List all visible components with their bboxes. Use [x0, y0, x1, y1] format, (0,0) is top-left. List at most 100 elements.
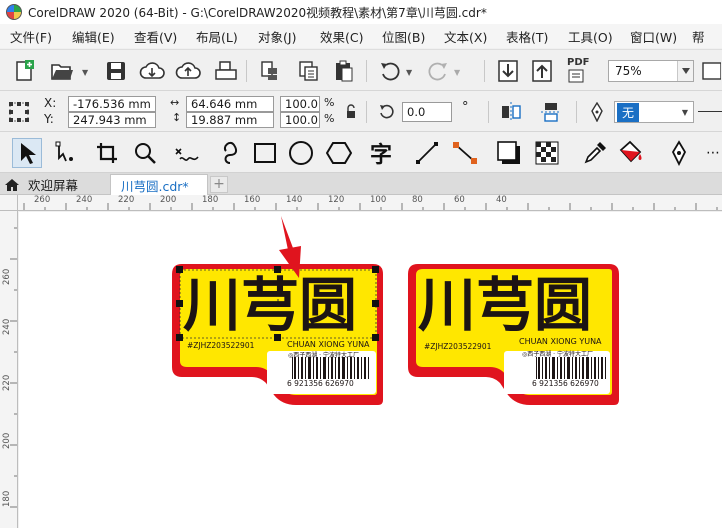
cut-icon — [261, 61, 277, 80]
scale-width-field[interactable]: 100.0 — [280, 96, 320, 112]
width-field[interactable]: 64.646 mm — [186, 96, 274, 112]
freehand-tool-button[interactable] — [172, 138, 202, 168]
ruler-origin[interactable] — [0, 195, 18, 211]
new-document-button[interactable] — [10, 57, 38, 85]
connector-tool-button[interactable] — [450, 138, 480, 168]
transparency-icon — [535, 141, 559, 165]
lock-ratio-button[interactable] — [340, 101, 362, 123]
horizontal-ruler[interactable]: 260 240 220 200 180 160 140 120 100 80 6… — [18, 195, 722, 211]
menu-text[interactable]: 文本(X) — [434, 27, 496, 46]
x-position-field[interactable]: -176.536 mm — [68, 96, 156, 112]
cut-button[interactable] — [256, 57, 284, 85]
zoom-dropdown-chevron-icon[interactable] — [677, 61, 693, 81]
open-dropdown-chevron-icon[interactable]: ▼ — [82, 68, 88, 77]
open-folder-icon — [51, 64, 73, 80]
drop-shadow-tool-button[interactable] — [494, 138, 524, 168]
export-button[interactable] — [528, 57, 556, 85]
undo-dropdown-chevron-icon[interactable]: ▼ — [406, 68, 412, 77]
publish-pdf-button[interactable]: PDF — [564, 57, 592, 85]
paste-button[interactable] — [330, 57, 358, 85]
menu-effects[interactable]: 效果(C) — [310, 27, 372, 46]
rectangle-tool-icon — [254, 143, 276, 163]
pick-tool-icon — [21, 143, 36, 164]
left-label-title: 川芎圆 — [183, 271, 358, 339]
polygon-tool-button[interactable] — [324, 138, 354, 168]
outline-width-value: 无 — [617, 102, 640, 122]
menu-tools[interactable]: 工具(O) — [558, 27, 620, 46]
redo-dropdown-chevron-icon[interactable]: ▼ — [454, 68, 460, 77]
save-button[interactable] — [102, 57, 130, 85]
interactive-fill-tool-button[interactable] — [616, 138, 646, 168]
right-label-code: #ZJHZ203522901 — [424, 342, 492, 351]
mirror-vertical-icon — [541, 103, 561, 122]
percent-label: % — [324, 112, 335, 125]
tab-document[interactable]: 川芎圆.cdr* — [110, 174, 208, 195]
menu-file[interactable]: 文件(F) — [0, 27, 62, 46]
ellipse-tool-button[interactable] — [286, 138, 316, 168]
more-icon: ⋯ — [706, 145, 720, 161]
toolbar-separator — [246, 60, 247, 82]
shape-tool-button[interactable] — [50, 138, 80, 168]
menu-view[interactable]: 查看(V) — [124, 27, 186, 46]
full-screen-preview-button[interactable] — [700, 57, 722, 85]
zoom-tool-button[interactable] — [130, 138, 160, 168]
rotation-angle-field[interactable]: 0.0 — [402, 102, 452, 122]
zoom-level-select[interactable]: 75% — [608, 60, 694, 82]
import-icon — [498, 60, 518, 82]
redo-button[interactable] — [424, 57, 452, 85]
menu-window[interactable]: 窗口(W) — [620, 27, 682, 46]
vertical-ruler[interactable]: 260 240 220 200 180 — [0, 211, 18, 528]
text-tool-button[interactable]: 字 — [366, 138, 396, 168]
add-tab-button[interactable]: + — [210, 176, 228, 193]
open-button[interactable] — [48, 57, 76, 85]
ruler-label: 180 — [202, 195, 219, 205]
drawing-canvas[interactable]: 川芎圆 #ZJHZ203522901 CHUAN XIONG YUNA ◎西子西… — [19, 212, 722, 528]
undo-button[interactable] — [376, 57, 404, 85]
scale-height-field[interactable]: 100.0 — [280, 112, 320, 128]
menu-table[interactable]: 表格(T) — [496, 27, 558, 46]
import-button[interactable] — [494, 57, 522, 85]
transparency-tool-button[interactable] — [532, 138, 562, 168]
pen-tool-button[interactable] — [664, 138, 694, 168]
line-tool-button[interactable] — [412, 138, 442, 168]
copy-button[interactable] — [294, 57, 322, 85]
right-label-title: 川芎圆 — [418, 271, 593, 339]
pick-tool-button[interactable] — [12, 138, 42, 168]
home-icon — [5, 178, 19, 191]
print-button[interactable] — [212, 57, 240, 85]
eyedropper-icon — [584, 142, 606, 164]
more-tools-button[interactable]: ⋯ — [704, 138, 722, 168]
ruler-label: 120 — [328, 195, 345, 205]
tab-welcome-screen[interactable]: 欢迎屏幕 — [0, 174, 108, 195]
outline-width-select[interactable]: 无 ▼ — [614, 101, 694, 123]
menu-layout[interactable]: 布局(L) — [186, 27, 248, 46]
ruler-ticks — [10, 227, 17, 508]
cloud-upload-button[interactable] — [174, 57, 202, 85]
height-arrow-icon: ↕ — [172, 111, 182, 124]
menu-object[interactable]: 对象(J) — [248, 27, 310, 46]
left-label-origin: ◎西子西湖 · 宁波特大工厂 — [288, 352, 359, 359]
toolbar-separator — [366, 60, 367, 82]
left-label-barcode-number: 6 921356 626970 — [287, 379, 354, 388]
eyedropper-tool-button[interactable] — [580, 138, 610, 168]
height-field[interactable]: 19.887 mm — [186, 112, 274, 128]
interactive-fill-icon — [619, 140, 642, 163]
menu-help[interactable]: 帮 — [682, 27, 722, 46]
mirror-horizontal-button[interactable] — [500, 101, 522, 123]
mirror-vertical-button[interactable] — [540, 101, 562, 123]
cloud-download-button[interactable] — [138, 57, 166, 85]
x-label: X: — [44, 96, 57, 110]
y-position-field[interactable]: 247.943 mm — [68, 112, 156, 128]
ruler-label: 240 — [2, 318, 12, 335]
outline-dropdown-chevron-icon[interactable]: ▼ — [677, 108, 693, 117]
menu-edit[interactable]: 编辑(E) — [62, 27, 124, 46]
artistic-media-tool-button[interactable] — [216, 138, 246, 168]
outline-pen-icon — [586, 101, 608, 123]
menu-bitmaps[interactable]: 位图(B) — [372, 27, 434, 46]
save-icon — [107, 62, 125, 80]
right-label-barcode-number: 6 921356 626970 — [532, 379, 599, 388]
line-style-preview[interactable] — [698, 111, 722, 112]
crop-tool-button[interactable] — [92, 138, 122, 168]
polygon-tool-icon — [326, 142, 352, 164]
rectangle-tool-button[interactable] — [250, 138, 280, 168]
